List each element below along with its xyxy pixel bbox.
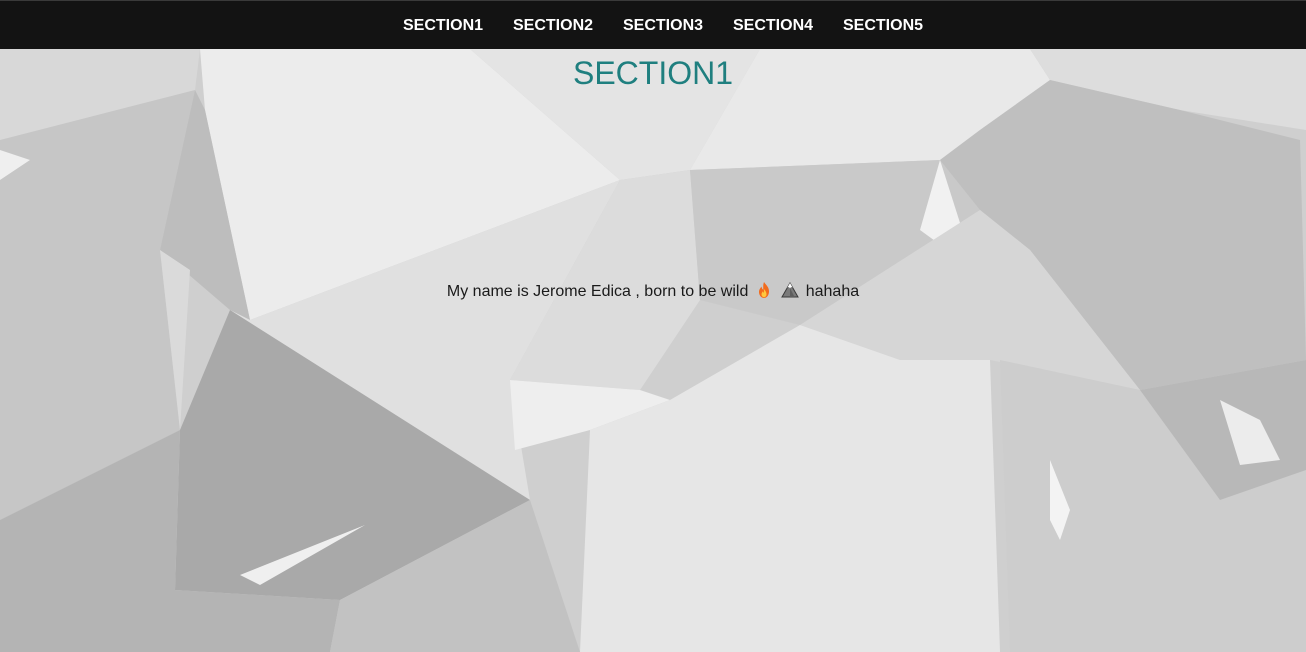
fire-icon	[755, 281, 773, 299]
bio-text-main: My name is Jerome Edica , born to be wil…	[446, 283, 749, 300]
top-navbar: SECTION1 SECTION2 SECTION3 SECTION4 SECT…	[0, 0, 1306, 49]
mountain-icon	[781, 281, 800, 299]
bio-text-suffix: hahaha	[805, 283, 860, 300]
nav-link-section5[interactable]: SECTION5	[843, 17, 923, 35]
nav-link-section1[interactable]: SECTION1	[403, 17, 483, 35]
nav-link-section3[interactable]: SECTION3	[623, 17, 703, 35]
nav-link-section4[interactable]: SECTION4	[733, 17, 813, 35]
nav-link-section2[interactable]: SECTION2	[513, 17, 593, 35]
abstract-polygon-background	[0, 0, 1306, 652]
section-title: SECTION1	[572, 55, 734, 91]
bio-text: My name is Jerome Edica , born to be wil…	[0, 281, 1306, 302]
